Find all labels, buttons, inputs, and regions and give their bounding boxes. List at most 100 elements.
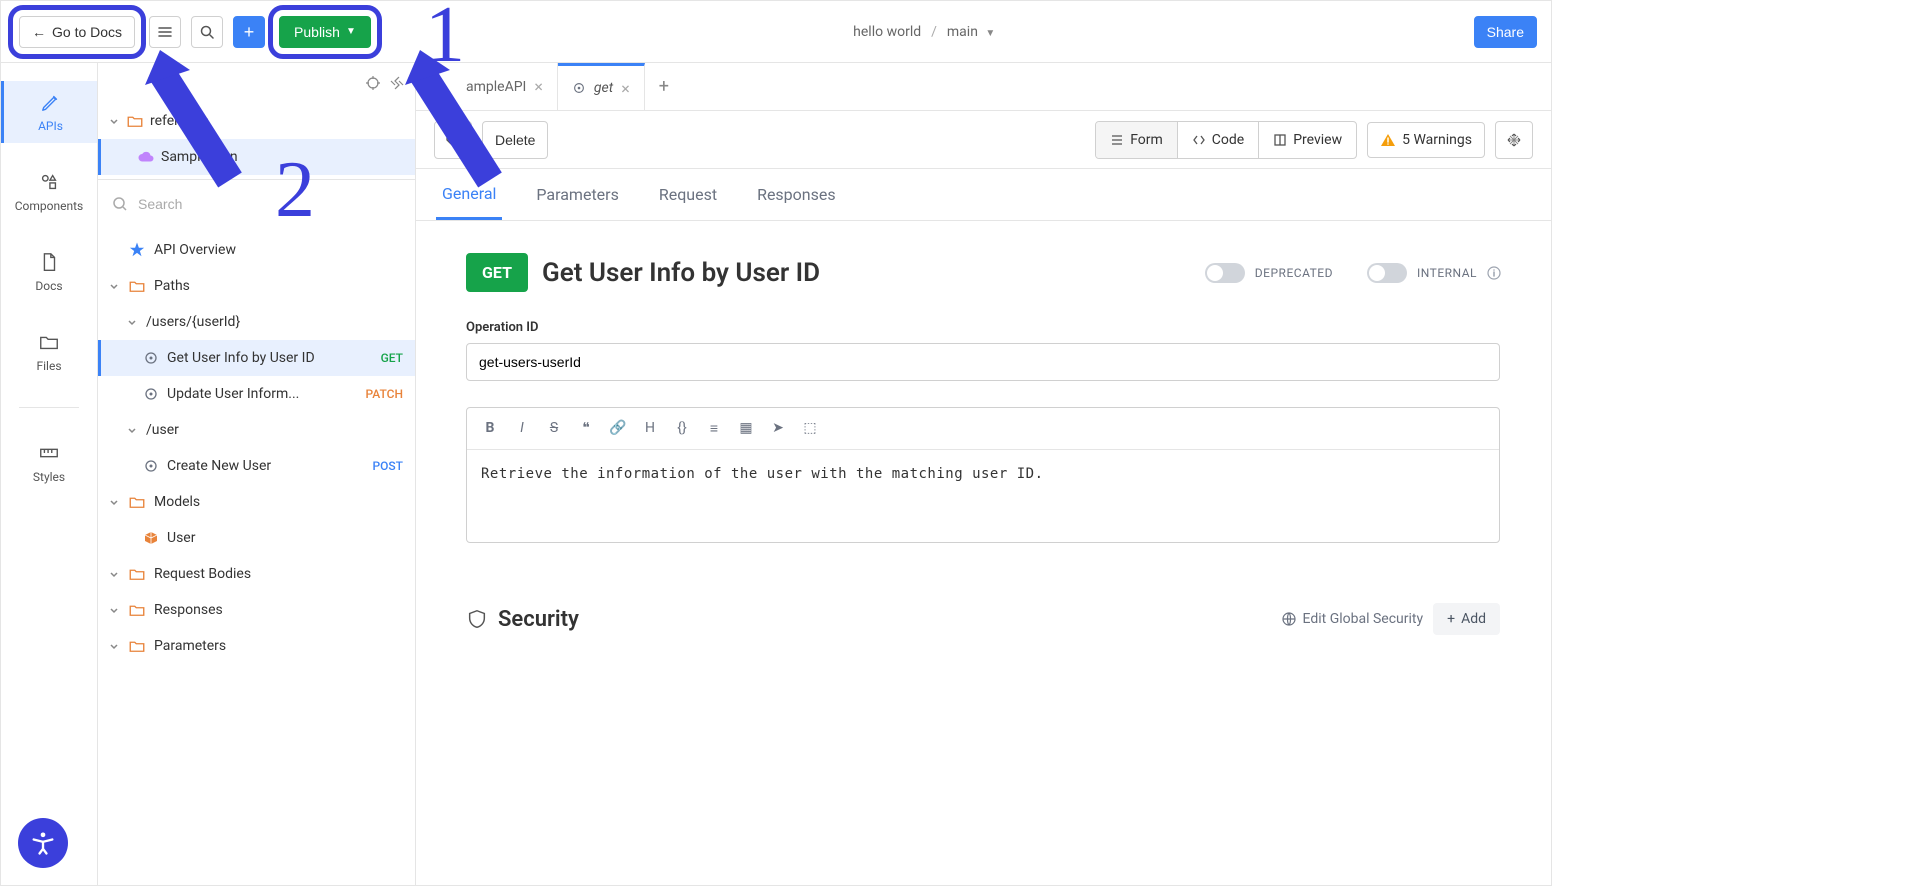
breadcrumb: hello world / main ▼ — [385, 24, 1464, 40]
deprecated-toggle[interactable] — [1205, 263, 1245, 283]
table-icon[interactable]: ▦ — [737, 420, 755, 437]
action-bar: Delete Form Code Preview — [416, 111, 1551, 169]
strike-icon[interactable]: S — [545, 420, 563, 437]
cube-icon[interactable]: ⬚ — [801, 420, 819, 437]
view-preview[interactable]: Preview — [1259, 122, 1356, 158]
file-sampleapi[interactable]: Sample json — [98, 139, 415, 175]
parameters-group[interactable]: Parameters — [98, 628, 415, 664]
collapse-icon[interactable] — [389, 75, 405, 91]
quote-icon[interactable]: ❝ — [577, 420, 595, 437]
info-icon[interactable] — [1487, 266, 1501, 280]
operation-id-label: Operation ID — [466, 320, 1501, 335]
view-code[interactable]: Code — [1178, 122, 1259, 158]
go-to-docs-button[interactable]: ← Go to Docs — [19, 16, 135, 48]
path-users-userid[interactable]: /users/{userId} — [98, 304, 415, 340]
endpoint-title[interactable]: Get User Info by User ID — [542, 258, 820, 288]
warnings-button[interactable]: 5 Warnings — [1367, 122, 1485, 158]
edit-global-security[interactable]: Edit Global Security — [1281, 611, 1424, 627]
editor-content: GET Get User Info by User ID DEPRECATED … — [416, 221, 1551, 885]
send-icon[interactable]: ➤ — [769, 420, 787, 437]
accessibility-icon — [29, 829, 57, 857]
share-label: Share — [1487, 24, 1524, 40]
close-icon[interactable]: × — [621, 79, 630, 98]
add-tab-button[interactable]: + — [645, 76, 683, 97]
braces-icon[interactable]: {} — [673, 420, 691, 437]
method-badge: GET — [466, 253, 528, 292]
op-create-user[interactable]: Create New User POST — [98, 448, 415, 484]
breadcrumb-project[interactable]: hello world — [853, 24, 921, 40]
tab-get[interactable]: get × — [558, 63, 645, 110]
globe-icon — [1281, 611, 1297, 627]
link-icon[interactable]: 🔗 — [609, 420, 627, 437]
subtab-request[interactable]: Request — [653, 171, 723, 218]
rail-apis[interactable]: APIs — [1, 81, 97, 143]
model-user[interactable]: User — [98, 520, 415, 556]
plus-icon: + — [1447, 611, 1455, 627]
folder-icon — [128, 601, 146, 619]
pen-icon — [40, 91, 62, 113]
target-icon — [143, 458, 159, 474]
request-bodies-group[interactable]: Request Bodies — [98, 556, 415, 592]
expand-icon — [1507, 133, 1521, 147]
paths-group[interactable]: Paths — [98, 268, 415, 304]
method-badge: GET — [381, 351, 403, 365]
chevron-down-icon: ▼ — [346, 26, 356, 37]
rail-components[interactable]: Components — [1, 161, 97, 223]
folder-icon — [126, 112, 144, 130]
method-badge: POST — [372, 459, 403, 473]
hamburger-icon — [158, 25, 172, 39]
rail-styles[interactable]: Styles — [1, 432, 97, 494]
search-button[interactable] — [191, 16, 223, 48]
folder-icon — [128, 637, 146, 655]
publish-label: Publish — [294, 24, 340, 40]
add-security-button[interactable]: + Add — [1433, 603, 1500, 635]
internal-toggle[interactable] — [1367, 263, 1407, 283]
chevron-down-icon — [108, 604, 120, 616]
subtab-parameters[interactable]: Parameters — [530, 171, 624, 218]
chevron-down-icon — [108, 280, 120, 292]
folder-reference[interactable]: reference — [98, 103, 415, 139]
search-input[interactable] — [138, 196, 401, 212]
expand-button[interactable] — [1495, 121, 1533, 159]
tag-button[interactable] — [434, 121, 472, 159]
chevron-down-icon — [108, 568, 120, 580]
crosshair-icon[interactable] — [365, 75, 381, 91]
target-icon — [143, 386, 159, 402]
op-get-user-info[interactable]: Get User Info by User ID GET — [98, 340, 415, 376]
tree-search[interactable] — [98, 184, 415, 224]
share-button[interactable]: Share — [1474, 16, 1537, 48]
breadcrumb-branch[interactable]: main ▼ — [947, 24, 995, 40]
models-group[interactable]: Models — [98, 484, 415, 520]
api-overview[interactable]: API Overview — [98, 232, 415, 268]
heading-icon[interactable]: H — [641, 420, 659, 437]
internal-label: INTERNAL — [1417, 266, 1477, 280]
close-icon[interactable]: × — [534, 77, 543, 96]
delete-button[interactable]: Delete — [482, 121, 548, 159]
bold-icon[interactable]: B — [481, 420, 499, 437]
responses-group[interactable]: Responses — [98, 592, 415, 628]
accessibility-button[interactable] — [18, 818, 68, 868]
folder-label: reference — [150, 113, 209, 129]
folder-icon — [128, 493, 146, 511]
italic-icon[interactable]: I — [513, 420, 531, 437]
plus-icon: + — [244, 23, 255, 41]
nav-rail: APIs Components Docs Files Styles — [1, 63, 98, 885]
description-content[interactable]: Retrieve the information of the user wit… — [467, 450, 1499, 542]
main-editor: ampleAPI × get × + Delete — [416, 63, 1551, 885]
list-icon[interactable]: ≡ — [705, 420, 723, 437]
view-form[interactable]: Form — [1096, 122, 1178, 158]
path-user[interactable]: /user — [98, 412, 415, 448]
publish-button[interactable]: Publish ▼ — [279, 16, 371, 48]
subtab-responses[interactable]: Responses — [751, 171, 842, 218]
book-icon — [1273, 133, 1287, 147]
subtab-general[interactable]: General — [436, 170, 502, 220]
op-update-user[interactable]: Update User Inform... PATCH — [98, 376, 415, 412]
tag-icon — [445, 132, 461, 148]
rail-docs[interactable]: Docs — [1, 241, 97, 303]
rail-files[interactable]: Files — [1, 321, 97, 383]
operation-id-input[interactable] — [466, 343, 1500, 381]
add-button[interactable]: + — [233, 16, 265, 48]
tab-sampleapi[interactable]: ampleAPI × — [416, 63, 558, 110]
hamburger-button[interactable] — [149, 16, 181, 48]
cloud-icon — [137, 148, 155, 166]
